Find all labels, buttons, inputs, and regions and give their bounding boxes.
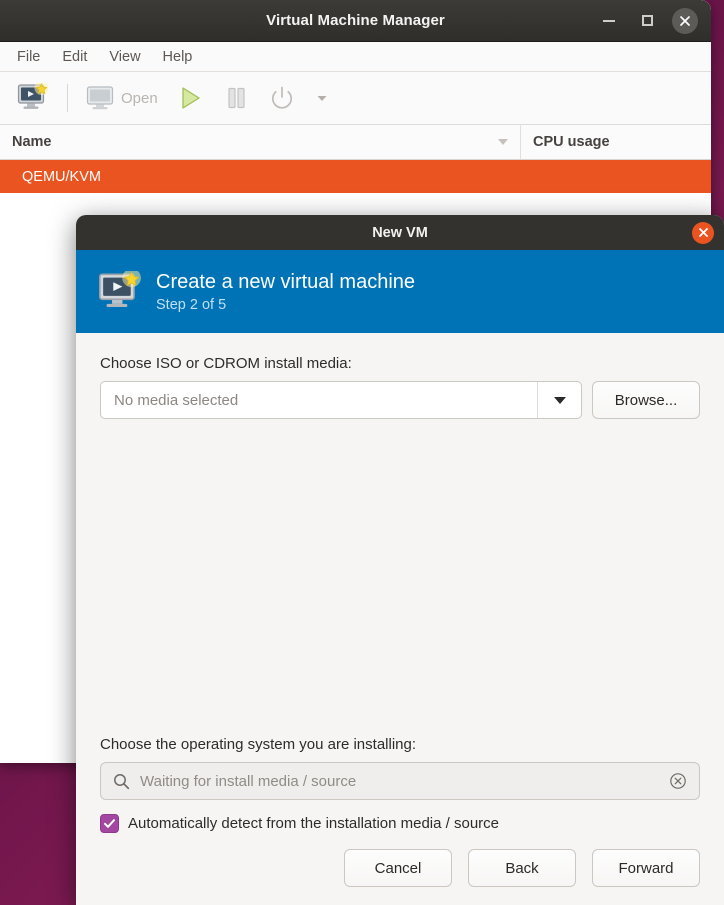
forward-button[interactable]: Forward (592, 849, 700, 887)
table-row[interactable]: QEMU/KVM (0, 160, 711, 193)
browse-button[interactable]: Browse... (592, 381, 700, 419)
power-icon (271, 86, 292, 109)
install-media-combo[interactable]: No media selected (100, 381, 582, 419)
menu-file[interactable]: File (6, 46, 51, 68)
install-media-combo-arrow[interactable] (537, 382, 581, 418)
shutdown-button[interactable] (259, 81, 305, 115)
pause-icon (228, 87, 245, 109)
clear-icon[interactable] (669, 772, 687, 790)
chevron-down-icon (553, 396, 566, 404)
open-button-label: Open (121, 89, 158, 107)
vm-list-header: Name CPU usage (0, 125, 711, 160)
open-button[interactable]: Open (77, 81, 167, 115)
autodetect-label: Automatically detect from the installati… (128, 815, 500, 832)
sort-descending-icon[interactable] (498, 139, 508, 145)
close-button[interactable] (672, 7, 698, 34)
column-header-cpu-usage-label: CPU usage (533, 134, 610, 150)
chevron-down-icon (317, 96, 327, 101)
dialog-title: New VM (372, 224, 428, 241)
check-icon (104, 819, 115, 828)
minimize-button[interactable] (596, 8, 622, 34)
window-controls (596, 7, 711, 34)
autodetect-row[interactable]: Automatically detect from the installati… (100, 814, 700, 833)
column-header-cpu-usage[interactable]: CPU usage (521, 125, 711, 159)
window-titlebar: Virtual Machine Manager (0, 0, 711, 42)
dialog-close-button[interactable] (692, 221, 714, 244)
menu-help[interactable]: Help (152, 46, 204, 68)
dialog-banner-texts: Create a new virtual machine Step 2 of 5 (156, 271, 415, 313)
cancel-button[interactable]: Cancel (344, 849, 452, 887)
operating-system-search-box[interactable]: Waiting for install media / source (100, 762, 700, 800)
close-icon (698, 228, 708, 237)
install-media-label: Choose ISO or CDROM install media: (100, 355, 352, 372)
install-media-combo-value: No media selected (114, 391, 239, 409)
maximize-icon (641, 15, 653, 26)
monitor-icon (86, 86, 114, 110)
run-button[interactable] (167, 81, 213, 115)
menu-edit[interactable]: Edit (51, 46, 98, 68)
toolbar: Open (0, 72, 711, 125)
vm-row-name: QEMU/KVM (22, 168, 101, 185)
new-vm-button[interactable] (8, 79, 58, 117)
dialog-titlebar: New VM (76, 215, 724, 250)
maximize-button[interactable] (634, 8, 660, 34)
dialog-body-spacer (100, 419, 700, 736)
menu-view[interactable]: View (98, 46, 151, 68)
autodetect-checkbox[interactable] (100, 814, 119, 833)
dialog-banner-step: Step 2 of 5 (156, 296, 227, 313)
dialog-footer: Cancel Back Forward (76, 833, 724, 905)
operating-system-search-input[interactable]: Waiting for install media / source (140, 773, 659, 790)
column-header-name[interactable]: Name (0, 125, 521, 159)
operating-system-label: Choose the operating system you are inst… (100, 736, 417, 753)
pause-button[interactable] (213, 81, 259, 115)
dialog-body: Choose ISO or CDROM install media: No me… (76, 333, 724, 833)
column-header-name-label: Name (12, 134, 52, 150)
play-icon (182, 87, 200, 109)
minimize-icon (603, 19, 615, 22)
install-media-row: No media selected Browse... (100, 381, 700, 419)
search-icon (114, 773, 130, 789)
back-button[interactable]: Back (468, 849, 576, 887)
toolbar-separator (67, 84, 68, 112)
shutdown-menu-button[interactable] (305, 86, 339, 110)
dialog-banner-title: Create a new virtual machine (156, 270, 416, 293)
new-vm-icon (99, 270, 141, 307)
close-icon (680, 15, 690, 26)
menubar: File Edit View Help (0, 42, 711, 72)
new-vm-icon (17, 83, 49, 109)
dialog-banner: Create a new virtual machine Step 2 of 5 (76, 250, 724, 333)
new-vm-dialog: New VM Create a new virtual machine Step… (76, 215, 724, 905)
